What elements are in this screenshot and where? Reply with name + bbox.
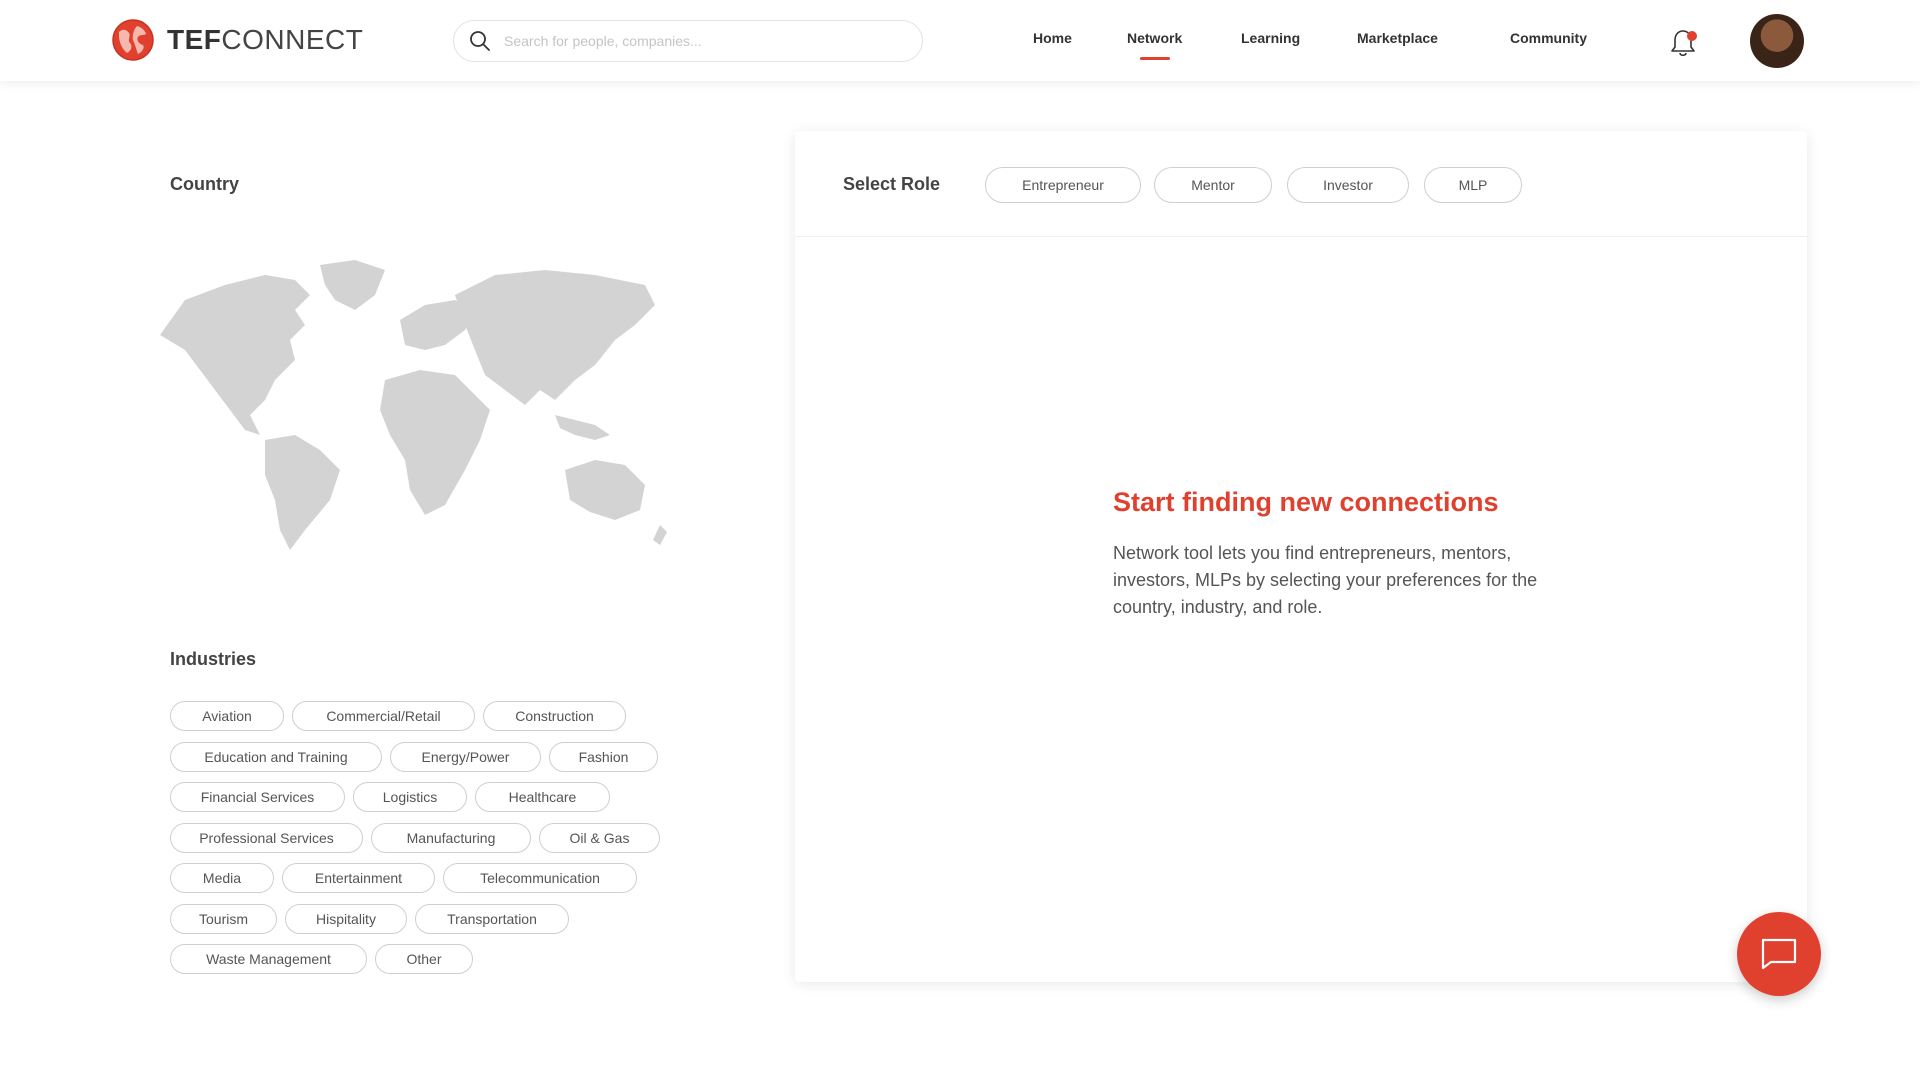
industry-chip[interactable]: Manufacturing — [371, 822, 531, 853]
chat-icon — [1761, 938, 1797, 970]
industry-chip[interactable]: Fashion — [549, 741, 658, 772]
role-selector-bar: Select Role Entrepreneur Mentor Investor… — [795, 131, 1807, 237]
industry-chip[interactable]: Financial Services — [170, 782, 345, 812]
role-chip-mlp[interactable]: MLP — [1424, 167, 1522, 203]
avatar[interactable] — [1750, 14, 1804, 68]
nav-home[interactable]: Home — [1033, 30, 1072, 46]
empty-state-title: Start finding new connections — [1113, 487, 1499, 517]
industry-chip[interactable]: Tourism — [170, 903, 277, 934]
role-chip-entrepreneur[interactable]: Entrepreneur — [985, 167, 1141, 203]
search-input[interactable] — [504, 33, 904, 49]
industry-row: Professional Services Manufacturing Oil … — [170, 822, 670, 853]
industry-row: Tourism Hispitality Transportation — [170, 903, 670, 934]
chat-button[interactable] — [1737, 912, 1821, 996]
industry-chip[interactable]: Oil & Gas — [539, 822, 660, 853]
nav-community[interactable]: Community — [1510, 30, 1587, 46]
country-section-title: Country — [170, 174, 239, 194]
industry-chip[interactable]: Professional Services — [170, 822, 363, 853]
southeast-asia-shape[interactable] — [555, 415, 610, 440]
industry-chip[interactable]: Other — [375, 944, 473, 974]
brand-wordmark: TEFCONNECT — [167, 24, 363, 56]
empty-state-description: Network tool lets you find entrepreneurs… — [1113, 543, 1538, 617]
brand-logo[interactable]: TEFCONNECT — [111, 18, 363, 62]
industry-chip[interactable]: Energy/Power — [390, 741, 541, 772]
industry-chip[interactable]: Aviation — [170, 701, 284, 731]
top-navigation-bar: TEFCONNECT Home Network Learning Marketp… — [0, 0, 1920, 81]
north-america-shape[interactable] — [160, 275, 310, 435]
industry-row: Education and Training Energy/Power Fash… — [170, 741, 670, 772]
role-chip-investor[interactable]: Investor — [1287, 167, 1409, 203]
industry-chip[interactable]: Hispitality — [285, 903, 407, 934]
industry-chip[interactable]: Telecommunication — [443, 863, 637, 893]
brand-wordmark-light: CONNECT — [221, 24, 364, 55]
industry-chip[interactable]: Entertainment — [282, 863, 435, 893]
south-america-shape[interactable] — [265, 435, 340, 550]
industry-chip[interactable]: Media — [170, 863, 274, 893]
industries-chip-list: Aviation Commercial/Retail Construction … — [170, 701, 670, 985]
industry-chip[interactable]: Commercial/Retail — [292, 701, 475, 731]
network-results-card: Select Role Entrepreneur Mentor Investor… — [795, 131, 1807, 982]
africa-shape[interactable] — [380, 370, 490, 515]
australia-shape[interactable] — [565, 460, 645, 520]
nav-learning[interactable]: Learning — [1241, 30, 1300, 46]
search-bar[interactable] — [453, 20, 923, 62]
search-icon — [470, 31, 490, 51]
industry-row: Media Entertainment Telecommunication — [170, 863, 670, 893]
globe-logo-icon — [112, 19, 154, 61]
industry-row: Aviation Commercial/Retail Construction — [170, 701, 670, 731]
industry-chip[interactable]: Logistics — [353, 782, 467, 812]
brand-wordmark-bold: TEF — [167, 24, 222, 55]
role-section-title: Select Role — [843, 174, 941, 194]
asia-shape[interactable] — [455, 270, 655, 405]
industry-chip[interactable]: Healthcare — [475, 782, 610, 812]
nav-network[interactable]: Network — [1127, 30, 1182, 60]
industry-chip[interactable]: Education and Training — [170, 741, 382, 772]
notification-dot — [1687, 31, 1697, 41]
world-map[interactable] — [155, 250, 670, 560]
industry-chip[interactable]: Construction — [483, 701, 626, 731]
industries-section-title: Industries — [170, 649, 257, 669]
new-zealand-shape[interactable] — [653, 525, 667, 545]
greenland-shape[interactable] — [320, 260, 385, 310]
industry-chip[interactable]: Waste Management — [170, 944, 367, 974]
nav-marketplace[interactable]: Marketplace — [1357, 30, 1438, 46]
industry-chip[interactable]: Transportation — [415, 903, 569, 934]
industry-row: Waste Management Other — [170, 944, 670, 974]
role-chip-mentor[interactable]: Mentor — [1154, 167, 1272, 203]
industry-row: Financial Services Logistics Healthcare — [170, 782, 670, 812]
